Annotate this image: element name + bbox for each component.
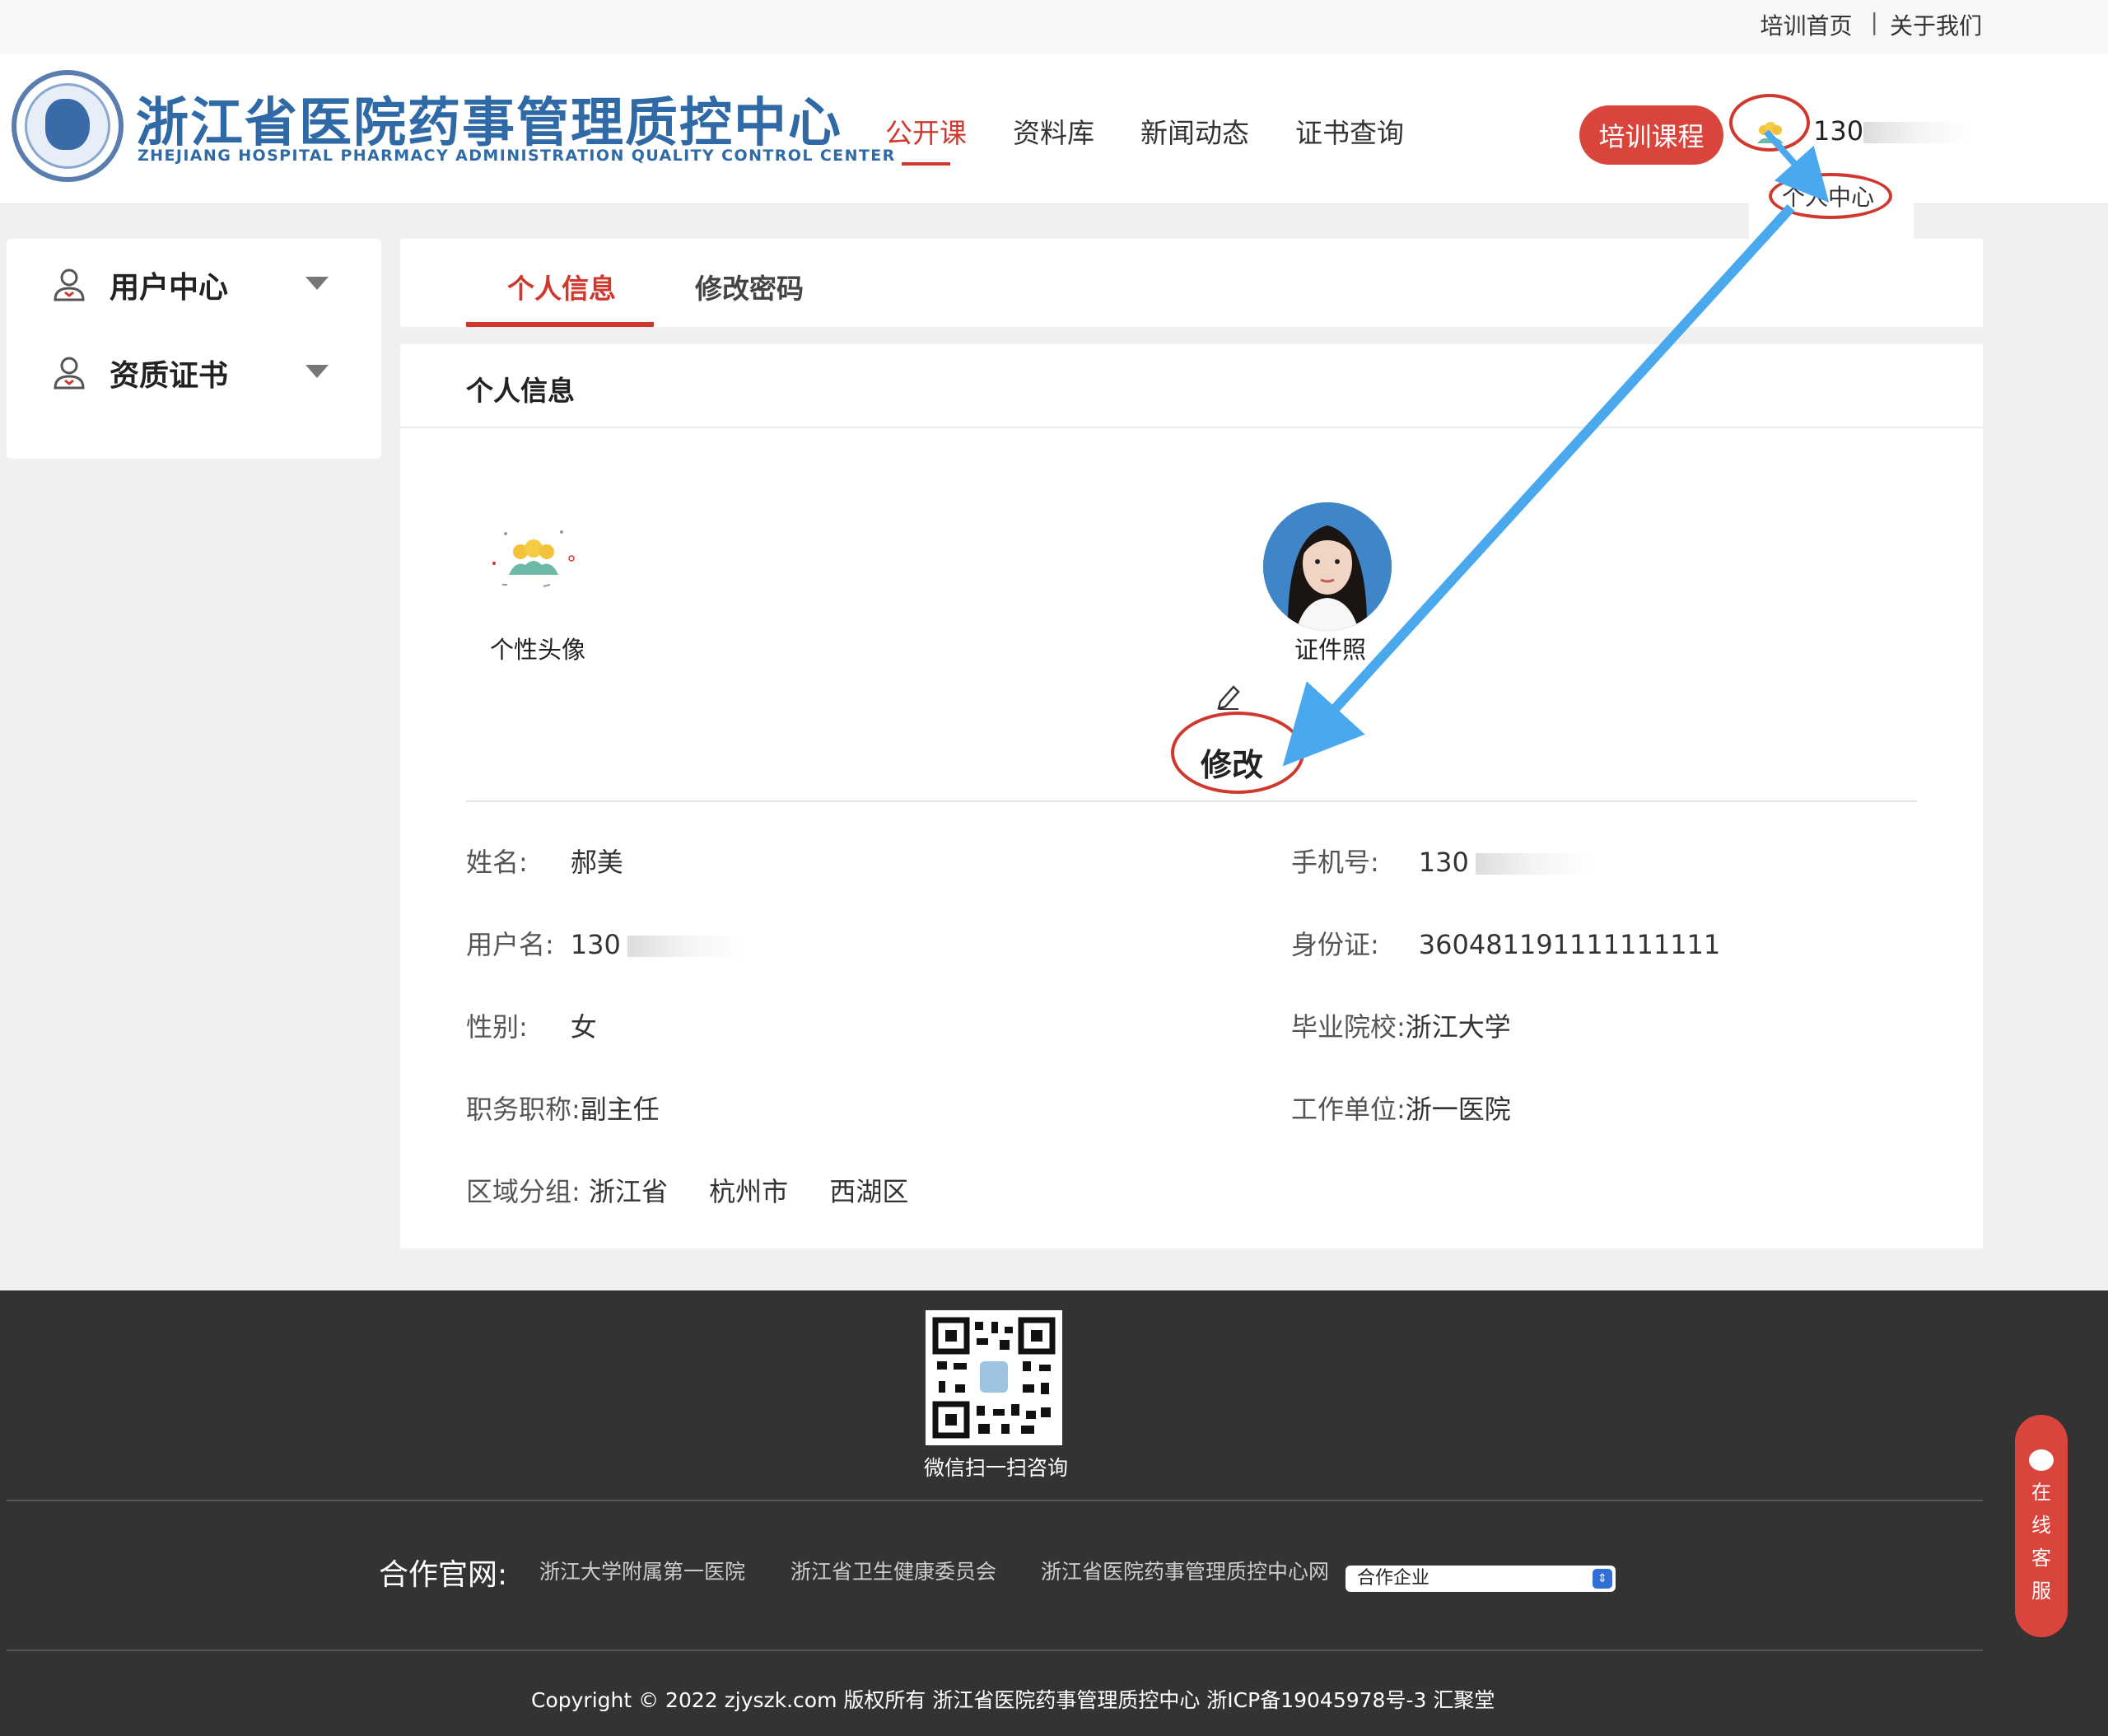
nav-library[interactable]: 资料库 [1013,111,1094,151]
id-photo[interactable] [1263,502,1392,631]
panel-header: 个人信息 [400,344,1983,428]
info-gender: 性别: 女 [466,1011,597,1043]
partner-title: 合作官网: [379,1558,508,1592]
pencil-icon[interactable] [1215,682,1242,710]
active-tab-indicator [466,322,654,327]
sidebar: 用户中心 资质证书 [7,239,381,459]
online-service-button[interactable]: 在 线 客 服 [2015,1415,2068,1637]
qr-code-image [932,1317,1056,1439]
tab-change-password[interactable]: 修改密码 [695,267,804,306]
annotation-circle-avatar [1729,94,1810,152]
top-links: 培训首页 | 关于我们 [1761,8,1982,41]
footer-divider [7,1650,1983,1651]
sidebar-item-label: 资质证书 [110,359,229,393]
top-bar: 培训首页 | 关于我们 [0,0,2108,54]
nav-certificate-query[interactable]: 证书查询 [1295,111,1404,151]
partner-company-select[interactable]: 合作企业 ⇕ [1345,1566,1616,1592]
footer-divider [7,1500,1983,1501]
chevron-down-icon[interactable] [305,277,329,290]
tab-bar: 个人信息 修改密码 [400,239,1983,327]
logo-subtitle: ZHEJIANG HOSPITAL PHARMACY ADMINISTRATIO… [138,147,896,165]
training-course-button[interactable]: 培训课程 [1579,105,1723,165]
photo-caption: 证件照 [1294,636,1367,664]
logo-title[interactable]: 浙江省医院药事管理质控中心 [136,81,842,156]
info-school: 毕业院校:浙江大学 [1291,1011,1511,1043]
main-nav: 公开课 资料库 新闻动态 证书查询 [885,111,1404,166]
partner-link-health-commission[interactable]: 浙江省卫生健康委员会 [790,1556,996,1585]
info-work-unit: 工作单位:浙一医院 [1291,1094,1511,1125]
select-arrows-icon: ⇕ [1593,1569,1612,1589]
qr-caption: 微信扫一扫咨询 [924,1456,1069,1480]
avatar-caption: 个性头像 [490,636,586,664]
portrait-image [1263,502,1392,631]
chat-bubble-icon [2029,1449,2054,1471]
nav-news[interactable]: 新闻动态 [1140,111,1249,151]
link-separator: | [1870,8,1878,35]
group-avatar-icon[interactable] [486,527,581,593]
link-about-us[interactable]: 关于我们 [1890,8,1982,41]
annotation-circle-personal-center [1769,173,1892,219]
partner-link-zju-hospital[interactable]: 浙江大学附属第一医院 [539,1556,745,1585]
panel-title: 个人信息 [466,375,575,407]
user-icon [54,357,85,390]
link-training-home[interactable]: 培训首页 [1761,8,1853,41]
section-divider [466,800,1917,802]
copyright-text: Copyright © 2022 zjyszk.com 版权所有 浙江省医院药事… [531,1688,1495,1712]
user-phone[interactable]: 130 [1813,115,1971,147]
chevron-down-icon[interactable] [305,365,329,378]
info-name: 姓名: 郝美 [466,847,623,878]
info-username: 用户名: 130 [466,924,743,962]
logo-emblem[interactable] [12,70,124,182]
sidebar-item-user-center[interactable]: 用户中心 [52,264,228,306]
annotation-circle-edit [1171,712,1304,794]
partner-link-quality-center[interactable]: 浙江省医院药事管理质控中心网 [1041,1556,1329,1585]
info-job-title: 职务职称:副主任 [466,1094,660,1125]
user-icon [54,268,85,301]
footer: 微信扫一扫咨询 合作官网: 浙江大学附属第一医院 浙江省卫生健康委员会 浙江省医… [0,1290,2108,1736]
info-id-card: 身份证: 360481191111111111 [1291,929,1721,960]
personal-info-panel: 个人信息 个性头像 证件照 修改 姓名: 郝美 手机号: 130 用户名: 130 [400,344,1983,1248]
sidebar-item-certificate[interactable]: 资质证书 [52,352,228,394]
wechat-qr-code [926,1310,1062,1445]
info-phone: 手机号: 130 [1291,842,1591,880]
info-region: 区域分组: 浙江省 杭州市 西湖区 [466,1176,909,1207]
sidebar-item-label: 用户中心 [110,271,229,305]
tab-personal-info[interactable]: 个人信息 [507,267,616,306]
nav-open-course[interactable]: 公开课 [885,111,967,166]
